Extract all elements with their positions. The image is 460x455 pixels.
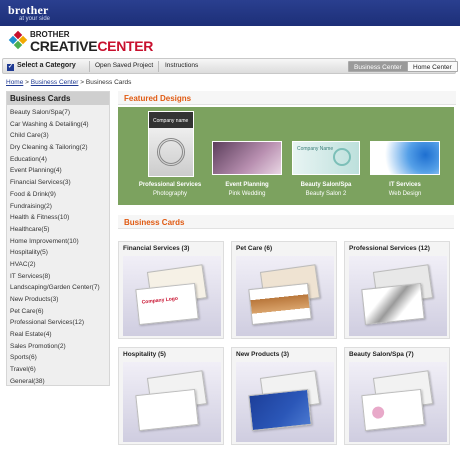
swirl-icon [333, 148, 351, 166]
tile-title[interactable]: Professional Services (12) [349, 245, 430, 252]
featured-card-thumbnail[interactable]: Company Name [292, 141, 360, 175]
featured-category: Event Planning [225, 182, 269, 188]
main-content: Featured Designs Company name Profession… [118, 91, 456, 455]
sidebar-item[interactable]: General(38) [10, 376, 106, 388]
category-tile[interactable]: Pet Care (6) [231, 241, 337, 339]
featured-card-thumbnail[interactable] [370, 141, 440, 175]
featured-designs-banner: Company name Professional Services Photo… [118, 107, 454, 205]
sidebar-item[interactable]: Financial Services(3) [10, 177, 106, 189]
category-tile[interactable]: Financial Services (3) Company Logo [118, 241, 224, 339]
tile-preview[interactable] [349, 362, 447, 442]
business-center-button[interactable]: Business Center [348, 61, 408, 72]
logo-creative-center-text: CREATIVECENTER [30, 38, 154, 54]
sidebar-item[interactable]: Dry Cleaning & Tailoring(2) [10, 142, 106, 154]
featured-card-thumbnail[interactable]: Company name [148, 111, 194, 177]
featured-category: Professional Services [138, 182, 202, 188]
sidebar-item[interactable]: Fundraising(2) [10, 201, 106, 213]
category-tile[interactable]: Hospitality (5) [118, 347, 224, 445]
sidebar-item[interactable]: IT Services(8) [10, 271, 106, 283]
sidebar-item[interactable]: Professional Services(12) [10, 317, 106, 329]
home-center-button[interactable]: Home Center [407, 61, 458, 72]
sidebar-category-list: Beauty Salon/Spa(7) Car Washing & Detail… [7, 105, 109, 390]
featured-card-thumbnail[interactable] [212, 141, 282, 175]
sidebar-item[interactable]: Hospitality(5) [10, 247, 106, 259]
card-front [361, 388, 425, 432]
sidebar-item[interactable]: Real Estate(4) [10, 329, 106, 341]
brand-tagline: at your side [19, 16, 51, 22]
card-front [361, 282, 425, 326]
sidebar-item[interactable]: New Products(3) [10, 294, 106, 306]
sidebar-item[interactable]: Education(4) [10, 154, 106, 166]
nav-divider [89, 61, 90, 72]
sidebar-item[interactable]: Child Care(3) [10, 130, 106, 142]
top-banner: brother at your side [0, 0, 460, 26]
creative-center-logo-icon [8, 30, 28, 50]
card-front [248, 282, 312, 326]
breadcrumb-business-center-link[interactable]: Business Center [31, 79, 79, 86]
featured-name: Beauty Salon 2 [305, 191, 347, 197]
sidebar-item[interactable]: HVAC(2) [10, 259, 106, 271]
breadcrumb-home-link[interactable]: Home [6, 79, 23, 86]
select-category-menu[interactable]: ✓ Select a Category [7, 62, 76, 71]
camera-lens-icon [157, 138, 185, 166]
featured-name: Pink Wedding [228, 191, 266, 197]
instructions-link[interactable]: Instructions [165, 62, 198, 69]
featured-name: Photography [152, 191, 188, 197]
open-saved-project-link[interactable]: Open Saved Project [95, 62, 153, 69]
card-text: Company Logo [141, 295, 179, 306]
card-front: Company Logo [135, 282, 199, 326]
business-cards-section: Business Cards [118, 215, 454, 229]
featured-item[interactable]: IT Services Web Design [368, 107, 442, 205]
tile-preview[interactable] [236, 256, 334, 336]
featured-designs-heading: Featured Designs [118, 91, 456, 105]
tile-preview[interactable] [236, 362, 334, 442]
nav-divider [158, 61, 159, 72]
card-front [248, 388, 312, 432]
checkbox-icon: ✓ [7, 64, 14, 71]
flower-icon [371, 405, 385, 420]
category-tile[interactable]: New Products (3) [231, 347, 337, 445]
featured-item[interactable]: Company Name Beauty Salon/Spa Beauty Sal… [290, 107, 362, 205]
featured-item[interactable]: Event Planning Pink Wedding [210, 107, 284, 205]
category-tile[interactable]: Professional Services (12) [344, 241, 450, 339]
sidebar-item[interactable]: Beauty Salon/Spa(7) [10, 107, 106, 119]
sidebar-item[interactable]: Travel(6) [10, 364, 106, 376]
breadcrumb: Home > Business Center > Business Cards [6, 79, 131, 86]
sidebar-item[interactable]: Health & Fitness(10) [10, 212, 106, 224]
tile-title[interactable]: Hospitality (5) [123, 351, 166, 358]
featured-item[interactable]: Company name Professional Services Photo… [136, 107, 204, 205]
sidebar-item[interactable]: Event Planning(4) [10, 165, 106, 177]
featured-category: IT Services [389, 182, 421, 188]
business-cards-heading: Business Cards [118, 215, 454, 229]
card-text: Company name [153, 118, 189, 124]
site-header: BROTHER CREATIVECENTER [0, 26, 460, 58]
tile-preview[interactable] [349, 256, 447, 336]
sidebar-item[interactable]: Pet Care(6) [10, 306, 106, 318]
featured-name: Web Design [388, 191, 422, 197]
breadcrumb-current: Business Cards [85, 79, 132, 86]
tile-preview[interactable]: Company Logo [123, 256, 221, 336]
category-sidebar: Business Cards Beauty Salon/Spa(7) Car W… [6, 91, 110, 386]
featured-category: Beauty Salon/Spa [300, 182, 352, 188]
tile-preview[interactable] [123, 362, 221, 442]
tile-title[interactable]: Pet Care (6) [236, 245, 272, 252]
sidebar-item[interactable]: Landscaping/Garden Center(7) [10, 282, 106, 294]
sidebar-item[interactable]: Healthcare(5) [10, 224, 106, 236]
tile-title[interactable]: Financial Services (3) [123, 245, 189, 252]
card-front [135, 388, 199, 432]
sidebar-item[interactable]: Food & Drink(9) [10, 189, 106, 201]
sidebar-item[interactable]: Car Washing & Detailing(4) [10, 119, 106, 131]
breadcrumb-separator: > [25, 79, 29, 86]
category-tile[interactable]: Beauty Salon/Spa (7) [344, 347, 450, 445]
top-navigation: ✓ Select a Category Open Saved Project In… [2, 58, 458, 74]
breadcrumb-separator: > [80, 79, 85, 86]
tile-title[interactable]: New Products (3) [236, 351, 289, 358]
tile-title[interactable]: Beauty Salon/Spa (7) [349, 351, 414, 358]
sidebar-item[interactable]: Sales Promotion(2) [10, 341, 106, 353]
sidebar-item[interactable]: Home Improvement(10) [10, 236, 106, 248]
sidebar-title: Business Cards [7, 92, 109, 105]
sidebar-item[interactable]: Sports(6) [10, 352, 106, 364]
card-text: Company Name [297, 146, 334, 152]
